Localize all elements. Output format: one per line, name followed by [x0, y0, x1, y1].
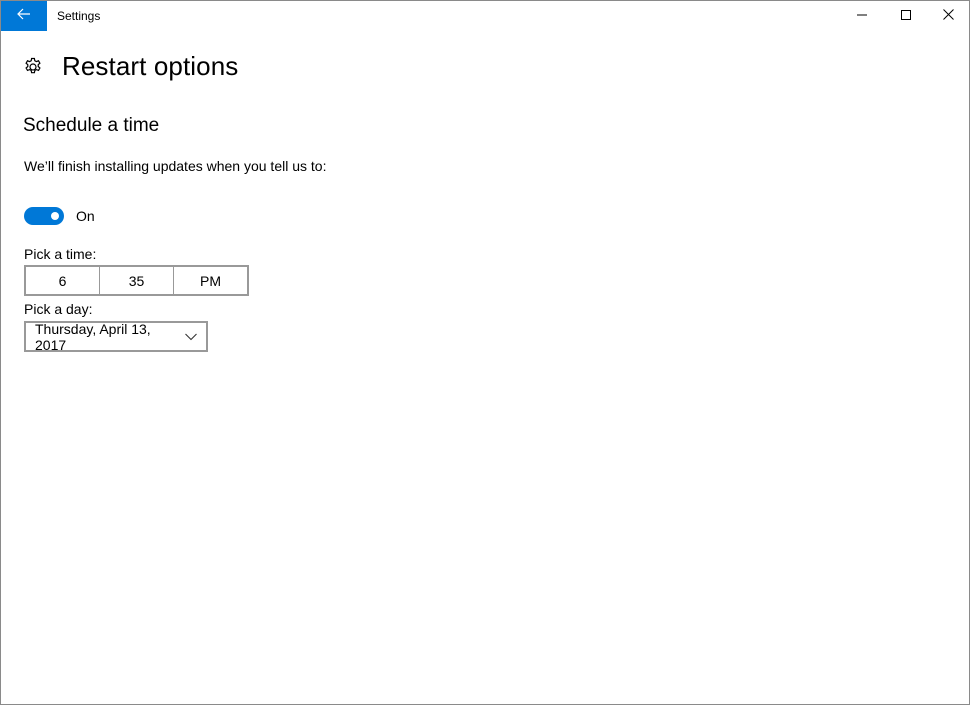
chevron-down-icon — [184, 330, 198, 344]
time-picker[interactable]: 6 35 PM — [24, 265, 249, 296]
day-picker-dropdown[interactable]: Thursday, April 13, 2017 — [24, 320, 208, 353]
minimize-icon — [857, 7, 867, 25]
toggle-knob — [51, 212, 59, 220]
day-picker-label: Pick a day: — [24, 301, 93, 317]
toggle-state-label: On — [76, 208, 95, 224]
window-title: Settings — [57, 9, 101, 23]
hour-selector[interactable]: 6 — [26, 267, 99, 294]
page-title: Restart options — [62, 51, 239, 81]
schedule-toggle-row: On — [24, 207, 95, 225]
close-button[interactable] — [925, 1, 970, 31]
gear-icon — [23, 57, 43, 77]
day-picker-value: Thursday, April 13, 2017 — [35, 320, 151, 353]
minimize-button[interactable] — [839, 1, 885, 31]
title-bar: Settings — [1, 1, 969, 31]
back-arrow-icon — [17, 7, 31, 25]
page-header: Restart options — [23, 51, 238, 82]
period-selector[interactable]: PM — [173, 267, 247, 294]
schedule-toggle[interactable] — [24, 207, 64, 225]
time-picker-label: Pick a time: — [24, 246, 97, 262]
maximize-icon — [901, 7, 911, 25]
close-icon — [942, 7, 954, 25]
back-button[interactable] — [1, 1, 47, 31]
section-title: Schedule a time — [23, 115, 160, 136]
minute-selector[interactable]: 35 — [99, 267, 173, 294]
section-description: We’ll finish installing updates when you… — [24, 158, 327, 174]
settings-window: Settings Restart options Schedule a time… — [0, 0, 970, 705]
maximize-button[interactable] — [883, 1, 929, 31]
